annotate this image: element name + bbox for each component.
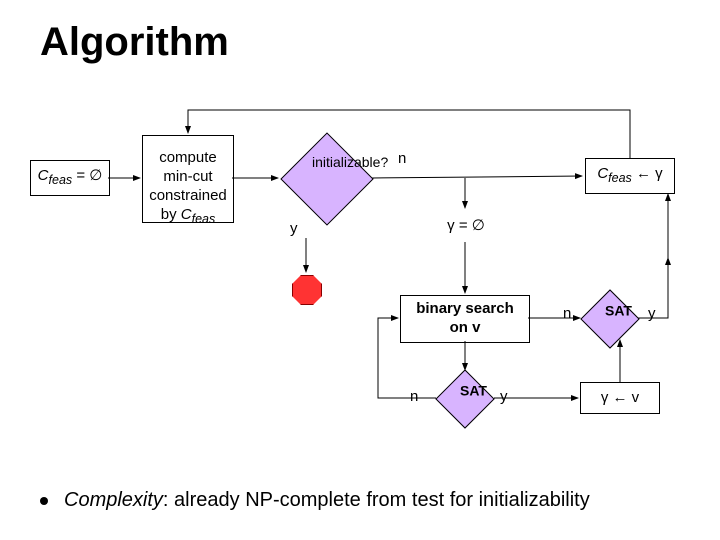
- label-sat2-n: n: [410, 388, 418, 405]
- bullet-icon: [40, 497, 48, 505]
- node-cfeas-update: Cfeas ← γ: [585, 158, 675, 194]
- label-sat1-n: n: [563, 305, 571, 322]
- flow-arrows: [0, 0, 720, 540]
- stop-icon: [292, 275, 322, 305]
- label-sat1-y: y: [648, 305, 656, 322]
- node-sat-1: SAT: [580, 289, 639, 348]
- node-gamma-v: γ ← v: [580, 382, 660, 414]
- node-binary-search: binary search on v: [400, 295, 530, 343]
- node-sat-2: SAT: [435, 369, 494, 428]
- label-y: y: [290, 220, 298, 237]
- slide: Algorithm Cfeas = ∅ compute min-cut cons…: [0, 0, 720, 540]
- slide-title: Algorithm: [40, 20, 229, 65]
- node-initializable: initializable?: [280, 132, 373, 225]
- node-compute: compute min-cut constrained by Cfeas: [142, 135, 234, 223]
- node-cfeas-init: Cfeas = ∅: [30, 160, 110, 196]
- footer-bullet: Complexity: already NP-complete from tes…: [40, 489, 590, 512]
- label-n: n: [398, 150, 406, 167]
- node-gamma-init: γ = ∅: [425, 210, 507, 242]
- label-sat2-y: y: [500, 388, 508, 405]
